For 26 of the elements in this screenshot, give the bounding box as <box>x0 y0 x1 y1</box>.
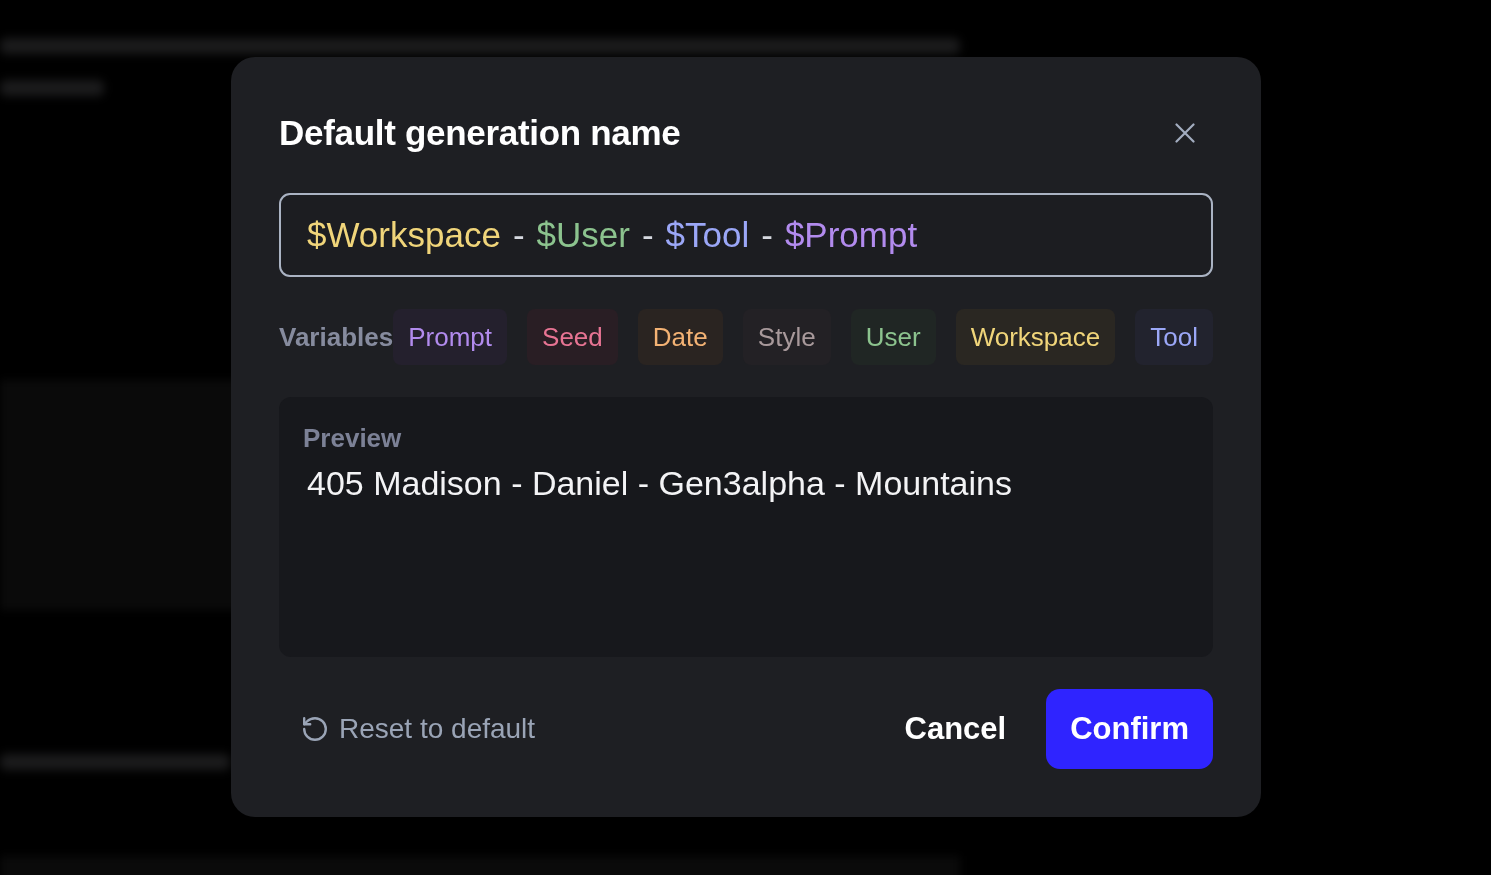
close-icon <box>1175 123 1195 143</box>
close-button[interactable] <box>1175 123 1195 143</box>
name-token: - <box>761 214 773 256</box>
preview-label: Preview <box>303 423 402 454</box>
variable-chip[interactable]: User <box>850 309 936 365</box>
variable-chip[interactable]: Seed <box>527 309 618 365</box>
variable-chip[interactable]: Style <box>742 309 831 365</box>
dialog-title: Default generation name <box>279 113 681 153</box>
cancel-button[interactable]: Cancel <box>904 711 1007 747</box>
name-token: - <box>512 214 525 256</box>
variable-chip[interactable]: Prompt <box>393 309 507 365</box>
variable-chip[interactable]: Tool <box>1135 309 1213 365</box>
name-token: $Prompt <box>784 214 918 256</box>
variable-chip[interactable]: Date <box>637 309 723 365</box>
name-input-field[interactable]: $Workspace - $User - $Tool - $Prompt <box>279 193 1213 277</box>
variable-chip[interactable]: Workspace <box>955 309 1116 365</box>
name-token: $User <box>536 214 630 256</box>
name-token: $Tool <box>665 214 750 256</box>
reset-label: Reset to default <box>339 713 536 745</box>
reset-icon <box>303 717 327 741</box>
preview-text: 405 Madison - Daniel - Gen3alpha - Mountains <box>307 464 1012 503</box>
name-token: - <box>641 214 654 256</box>
reset-button[interactable]: Reset to default <box>279 713 536 745</box>
confirm-button[interactable]: Confirm <box>1046 689 1213 769</box>
variables-label: Variables <box>279 321 394 353</box>
name-token: $Workspace <box>307 214 501 256</box>
